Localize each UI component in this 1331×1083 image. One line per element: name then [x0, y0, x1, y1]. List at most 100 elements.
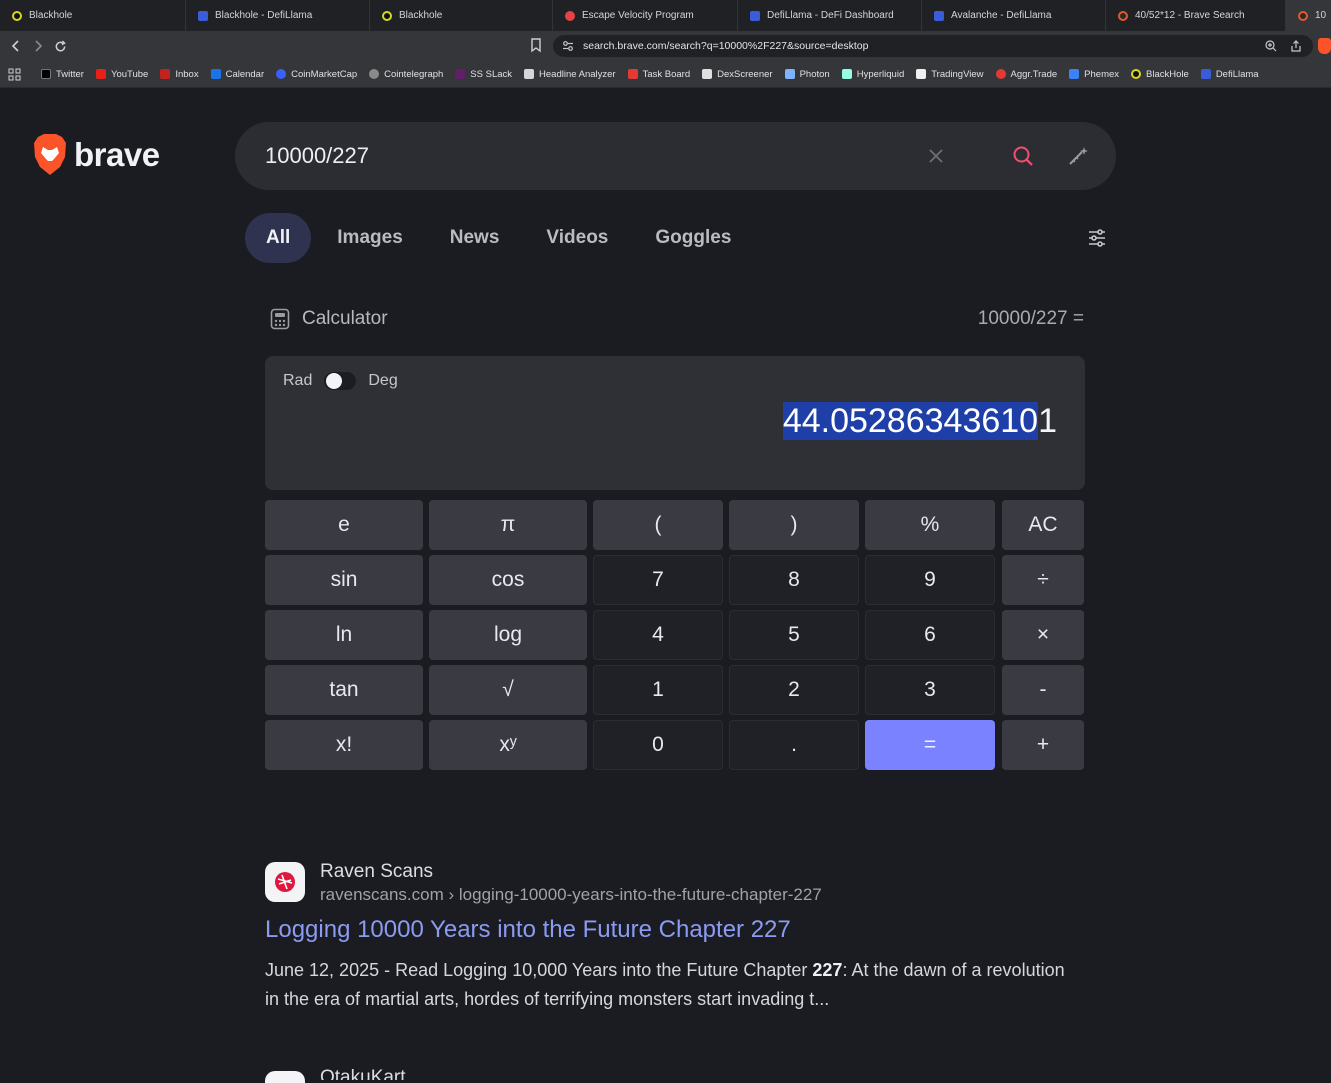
key-log[interactable]: log — [429, 610, 587, 660]
share-icon[interactable] — [1290, 40, 1302, 52]
key-sqrt[interactable]: √ — [429, 665, 587, 715]
key-8[interactable]: 8 — [729, 555, 859, 605]
ai-answer-button[interactable] — [1064, 142, 1092, 170]
calculator-result[interactable]: 44.052863436101 — [782, 402, 1057, 441]
bookmark-label: Photon — [799, 68, 830, 80]
bookmark-tradingview[interactable]: TradingView — [910, 69, 989, 80]
bookmark-dexscreener[interactable]: DexScreener — [696, 69, 778, 80]
key-1[interactable]: 1 — [593, 665, 723, 715]
key-ln[interactable]: ln — [265, 610, 423, 660]
bookmark-photon[interactable]: Photon — [779, 69, 836, 80]
key-equals[interactable]: = — [865, 720, 995, 770]
browser-tab[interactable]: Escape Velocity Program — [553, 0, 738, 31]
tab-news[interactable]: News — [429, 213, 521, 263]
rad-deg-toggle[interactable] — [324, 372, 357, 390]
filter-settings-icon[interactable] — [1086, 227, 1108, 249]
key-e[interactable]: e — [265, 500, 423, 550]
bookmark-label: Hyperliquid — [856, 68, 905, 80]
key-4[interactable]: 4 — [593, 610, 723, 660]
browser-tab[interactable]: Blackhole — [0, 0, 186, 31]
bookmark-headline-analyzer[interactable]: Headline Analyzer — [518, 69, 622, 80]
tab-title: 40/52*12 - Brave Search — [1135, 10, 1245, 21]
url-bar[interactable]: search.brave.com/search?q=10000%2F227&so… — [553, 35, 1313, 57]
browser-tab[interactable]: Blackhole — [370, 0, 553, 31]
result-unselected-text: 1 — [1038, 402, 1057, 440]
clear-search-button[interactable] — [922, 142, 950, 170]
key-decimal[interactable]: . — [729, 720, 859, 770]
reload-button[interactable] — [49, 35, 71, 57]
key-power[interactable]: xʸ — [429, 720, 587, 770]
back-button[interactable] — [5, 35, 27, 57]
photon-icon — [784, 69, 795, 79]
bookmark-twitter[interactable]: Twitter — [35, 69, 90, 80]
browser-tab[interactable]: Avalanche - DefiLlama — [922, 0, 1106, 31]
result-title-link[interactable]: Logging 10000 Years into the Future Chap… — [265, 916, 791, 944]
bookmark-hyperliquid[interactable]: Hyperliquid — [836, 69, 911, 80]
key-sin[interactable]: sin — [265, 555, 423, 605]
key-0[interactable]: 0 — [593, 720, 723, 770]
browser-tab[interactable]: 40/52*12 - Brave Search — [1106, 0, 1286, 31]
calculator-expression: 10000/227 = — [977, 308, 1084, 329]
key-percent[interactable]: % — [865, 500, 995, 550]
tab-images[interactable]: Images — [316, 213, 423, 263]
result-site-name[interactable]: OtakuKart — [320, 1067, 406, 1080]
bookmark-aggr-trade[interactable]: Aggr.Trade — [990, 69, 1064, 80]
bookmark-slack[interactable]: SS SLack — [449, 69, 518, 80]
apps-grid-icon[interactable] — [8, 68, 21, 81]
tab-all[interactable]: All — [245, 213, 312, 263]
coinmarketcap-icon — [276, 69, 287, 79]
result-site-url[interactable]: ravenscans.com › logging-10000-years-int… — [320, 885, 822, 905]
brave-lion-icon — [34, 134, 66, 175]
bookmark-phemex[interactable]: Phemex — [1063, 69, 1125, 80]
bookmark-label: SS SLack — [470, 68, 513, 80]
bookmark-calendar[interactable]: Calendar — [205, 69, 271, 80]
brave-search-icon — [1298, 10, 1308, 21]
zoom-icon[interactable] — [1265, 40, 1277, 52]
key-2[interactable]: 2 — [729, 665, 859, 715]
key-subtract[interactable]: - — [1002, 665, 1084, 715]
bookmark-blackhole[interactable]: BlackHole — [1125, 69, 1195, 80]
search-type-tabs: All Images News Videos Goggles — [245, 213, 757, 263]
key-open-paren[interactable]: ( — [593, 500, 723, 550]
tab-videos[interactable]: Videos — [525, 213, 629, 263]
bookmark-label: Phemex — [1084, 68, 1120, 80]
key-9[interactable]: 9 — [865, 555, 995, 605]
key-5[interactable]: 5 — [729, 610, 859, 660]
forward-button[interactable] — [27, 35, 49, 57]
key-pi[interactable]: π — [429, 500, 587, 550]
tab-title: 10 — [1315, 10, 1327, 21]
bookmark-task-board[interactable]: Task Board — [622, 69, 697, 80]
bookmark-cointelegraph[interactable]: Cointelegraph — [363, 69, 449, 80]
tab-goggles[interactable]: Goggles — [634, 213, 752, 263]
bookmark-page-button[interactable] — [530, 38, 542, 58]
key-7[interactable]: 7 — [593, 555, 723, 605]
bookmark-inbox[interactable]: Inbox — [154, 69, 204, 80]
site-settings-icon[interactable] — [562, 40, 574, 52]
search-submit-button[interactable] — [1009, 142, 1037, 170]
bookmark-icon — [531, 38, 541, 53]
key-cos[interactable]: cos — [429, 555, 587, 605]
key-divide[interactable]: ÷ — [1002, 555, 1084, 605]
result-site-name[interactable]: Raven Scans — [320, 861, 433, 883]
site-favicon[interactable] — [265, 1071, 305, 1083]
key-add[interactable]: + — [1002, 720, 1084, 770]
brave-logo[interactable]: brave — [32, 133, 160, 177]
key-factorial[interactable]: x! — [265, 720, 423, 770]
search-input[interactable] — [265, 140, 885, 172]
brave-shields-icon[interactable] — [1318, 38, 1331, 54]
key-tan[interactable]: tan — [265, 665, 423, 715]
bookmark-coinmarketcap[interactable]: CoinMarketCap — [270, 69, 363, 80]
key-close-paren[interactable]: ) — [729, 500, 859, 550]
key-all-clear[interactable]: AC — [1002, 500, 1084, 550]
bookmark-youtube[interactable]: YouTube — [90, 69, 154, 80]
bookmark-defillama[interactable]: DefiLlama — [1195, 69, 1265, 80]
site-favicon[interactable] — [265, 862, 305, 902]
aggr-trade-icon — [995, 69, 1006, 79]
browser-tab-active[interactable]: 10 — [1286, 0, 1331, 31]
browser-tab[interactable]: Blackhole - DefiLlama — [186, 0, 370, 31]
key-multiply[interactable]: × — [1002, 610, 1084, 660]
bookmark-label: TradingView — [931, 68, 984, 80]
browser-tab[interactable]: DefiLlama - DeFi Dashboard — [738, 0, 922, 31]
key-3[interactable]: 3 — [865, 665, 995, 715]
key-6[interactable]: 6 — [865, 610, 995, 660]
